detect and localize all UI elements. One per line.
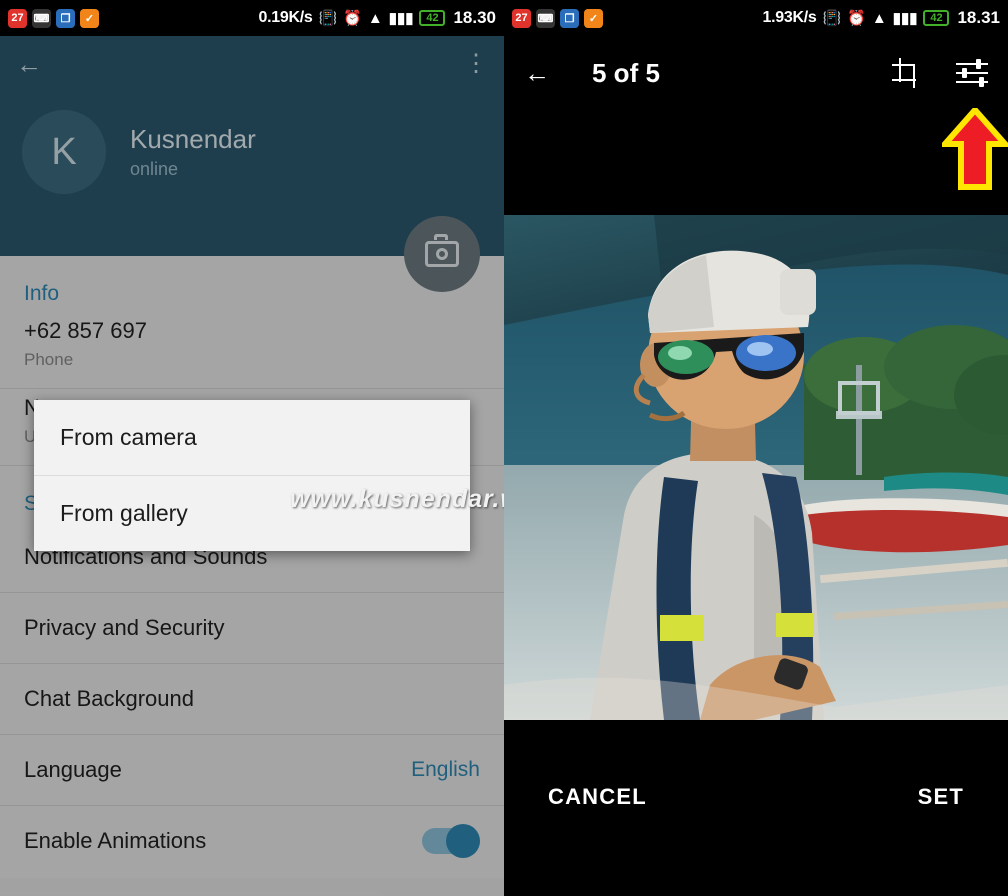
status-system-icons: 0.19K/s 📳 ⏰ ▲ ▮▮▮ 42 18.30 (259, 8, 497, 28)
clock-label: 18.31 (957, 8, 1000, 27)
menu-item-from-camera[interactable]: From camera (34, 400, 470, 475)
photo-editor-toolbar: ← 5 of 5 (504, 36, 1008, 110)
alarm-icon: ⏰ (343, 9, 362, 27)
blackberry-icon: ⌨ (536, 8, 555, 28)
network-speed-label: 0.19K/s (258, 9, 313, 26)
up-arrow-annotation (942, 108, 1008, 190)
left-phone-screen: 27 ⌨ ❐ ✓ 0.19K/s 📳 ⏰ ▲ ▮▮▮ 42 18.30 ← ⋮ … (0, 0, 504, 896)
vibrate-icon: 📳 (318, 9, 338, 27)
network-speed-label: 1.93K/s (762, 9, 817, 26)
clock-label: 18.30 (453, 8, 496, 27)
watermark-text: www.kusnendar.web.id (290, 485, 504, 513)
cancel-button[interactable]: CANCEL (548, 784, 647, 810)
message-badge-icon: 27 (8, 8, 27, 28)
left-status-bar: 27 ⌨ ❐ ✓ 0.19K/s 📳 ⏰ ▲ ▮▮▮ 42 18.30 (0, 0, 504, 36)
tune-icon[interactable] (956, 59, 988, 87)
back-arrow-icon[interactable]: ← (524, 58, 550, 89)
photo-source-menu: From camera From gallery (34, 400, 470, 551)
shield-icon: ✓ (584, 8, 603, 28)
status-system-icons: 1.93K/s 📳 ⏰ ▲ ▮▮▮ 42 18.31 (763, 8, 1001, 28)
crop-icon[interactable] (892, 58, 922, 88)
chat-icon: ❐ (560, 8, 579, 28)
photo-counter-label: 5 of 5 (592, 57, 660, 88)
vibrate-icon: 📳 (822, 9, 842, 27)
message-badge-icon: 27 (512, 8, 531, 28)
wifi-icon: ▲ (367, 9, 383, 27)
alarm-icon: ⏰ (847, 9, 866, 27)
photo-preview[interactable] (504, 215, 1008, 720)
dual-phone-screenshot: 27 ⌨ ❐ ✓ 0.19K/s 📳 ⏰ ▲ ▮▮▮ 42 18.30 ← ⋮ … (0, 0, 1008, 896)
battery-indicator: 42 (923, 10, 950, 26)
right-status-bar: 27 ⌨ ❐ ✓ 1.93K/s 📳 ⏰ ▲ ▮▮▮ 42 18.31 (504, 0, 1008, 36)
right-phone-screen: 27 ⌨ ❐ ✓ 1.93K/s 📳 ⏰ ▲ ▮▮▮ 42 18.31 ← 5 … (504, 0, 1008, 896)
shield-icon: ✓ (80, 8, 99, 28)
status-notification-icons: 27 ⌨ ❐ ✓ (8, 8, 99, 28)
signal-icon: ▮▮▮ (388, 9, 414, 27)
editor-bottom-bar: CANCEL SET (504, 720, 1008, 896)
signal-icon: ▮▮▮ (892, 9, 918, 27)
editor-actions (892, 58, 988, 88)
battery-indicator: 42 (419, 10, 446, 26)
chat-icon: ❐ (56, 8, 75, 28)
status-notification-icons: 27 ⌨ ❐ ✓ (512, 8, 603, 28)
blackberry-icon: ⌨ (32, 8, 51, 28)
wifi-icon: ▲ (871, 9, 887, 27)
set-button[interactable]: SET (918, 784, 964, 810)
